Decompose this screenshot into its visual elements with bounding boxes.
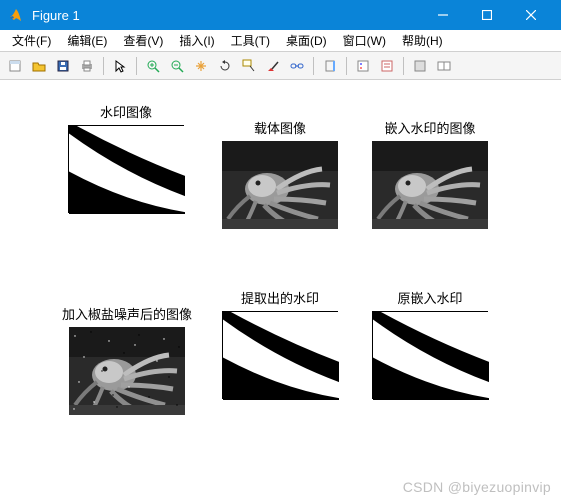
insert-colorbar-icon[interactable] bbox=[376, 55, 398, 77]
subplot-noisy: 加入椒盐噪声后的图像 bbox=[52, 304, 202, 418]
menu-file[interactable]: 文件(F) bbox=[4, 30, 59, 51]
subplot-extracted: 提取出的水印 bbox=[222, 288, 338, 403]
pointer-icon[interactable] bbox=[109, 55, 131, 77]
subplot-host: 载体图像 bbox=[222, 118, 338, 232]
brush-icon[interactable] bbox=[262, 55, 284, 77]
image-extracted bbox=[222, 311, 338, 399]
close-button[interactable] bbox=[509, 0, 553, 30]
menu-view[interactable]: 查看(V) bbox=[115, 30, 171, 51]
pan-icon[interactable] bbox=[190, 55, 212, 77]
toolbar bbox=[0, 52, 561, 80]
legend-icon[interactable] bbox=[352, 55, 374, 77]
image-watermark bbox=[68, 125, 184, 213]
separator bbox=[346, 57, 347, 75]
menu-edit[interactable]: 编辑(E) bbox=[59, 30, 115, 51]
subplot-watermark: 水印图像 bbox=[68, 102, 184, 217]
image-original-wm bbox=[372, 311, 488, 399]
titlebar: Figure 1 bbox=[0, 0, 561, 30]
subplot-embedded: 嵌入水印的图像 bbox=[372, 118, 488, 232]
menu-window[interactable]: 窗口(W) bbox=[335, 30, 394, 51]
print-icon[interactable] bbox=[76, 55, 98, 77]
separator bbox=[103, 57, 104, 75]
maximize-button[interactable] bbox=[465, 0, 509, 30]
image-noisy bbox=[69, 327, 185, 415]
subplot-title: 加入椒盐噪声后的图像 bbox=[52, 304, 202, 323]
dock-icon[interactable] bbox=[433, 55, 455, 77]
subplot-title: 载体图像 bbox=[222, 118, 338, 137]
save-icon[interactable] bbox=[52, 55, 74, 77]
subplot-title: 提取出的水印 bbox=[222, 288, 338, 307]
image-embedded bbox=[372, 141, 488, 229]
subplot-original-wm: 原嵌入水印 bbox=[372, 288, 488, 403]
new-figure-icon[interactable] bbox=[4, 55, 26, 77]
matlab-icon bbox=[8, 7, 24, 23]
subplot-title: 原嵌入水印 bbox=[372, 288, 488, 307]
hide-tools-icon[interactable] bbox=[409, 55, 431, 77]
zoom-in-icon[interactable] bbox=[142, 55, 164, 77]
separator bbox=[313, 57, 314, 75]
link-icon[interactable] bbox=[286, 55, 308, 77]
rotate-icon[interactable] bbox=[214, 55, 236, 77]
datacursor-icon[interactable] bbox=[238, 55, 260, 77]
separator bbox=[136, 57, 137, 75]
menu-desktop[interactable]: 桌面(D) bbox=[278, 30, 335, 51]
separator bbox=[403, 57, 404, 75]
csdn-watermark: CSDN @biyezuopinvip bbox=[403, 479, 551, 495]
image-host bbox=[222, 141, 338, 229]
subplot-title: 嵌入水印的图像 bbox=[372, 118, 488, 137]
menu-tools[interactable]: 工具(T) bbox=[223, 30, 278, 51]
colorbar-icon[interactable] bbox=[319, 55, 341, 77]
menubar: 文件(F) 编辑(E) 查看(V) 插入(I) 工具(T) 桌面(D) 窗口(W… bbox=[0, 30, 561, 52]
subplot-title: 水印图像 bbox=[68, 102, 184, 121]
minimize-button[interactable] bbox=[421, 0, 465, 30]
open-icon[interactable] bbox=[28, 55, 50, 77]
menu-help[interactable]: 帮助(H) bbox=[394, 30, 451, 51]
menu-insert[interactable]: 插入(I) bbox=[171, 30, 222, 51]
window-title: Figure 1 bbox=[32, 8, 421, 23]
zoom-out-icon[interactable] bbox=[166, 55, 188, 77]
figure-canvas: 水印图像 载体图像 嵌入水印的图像 加入椒盐噪声后的图像 提取出的水印 原嵌入水… bbox=[0, 80, 561, 501]
